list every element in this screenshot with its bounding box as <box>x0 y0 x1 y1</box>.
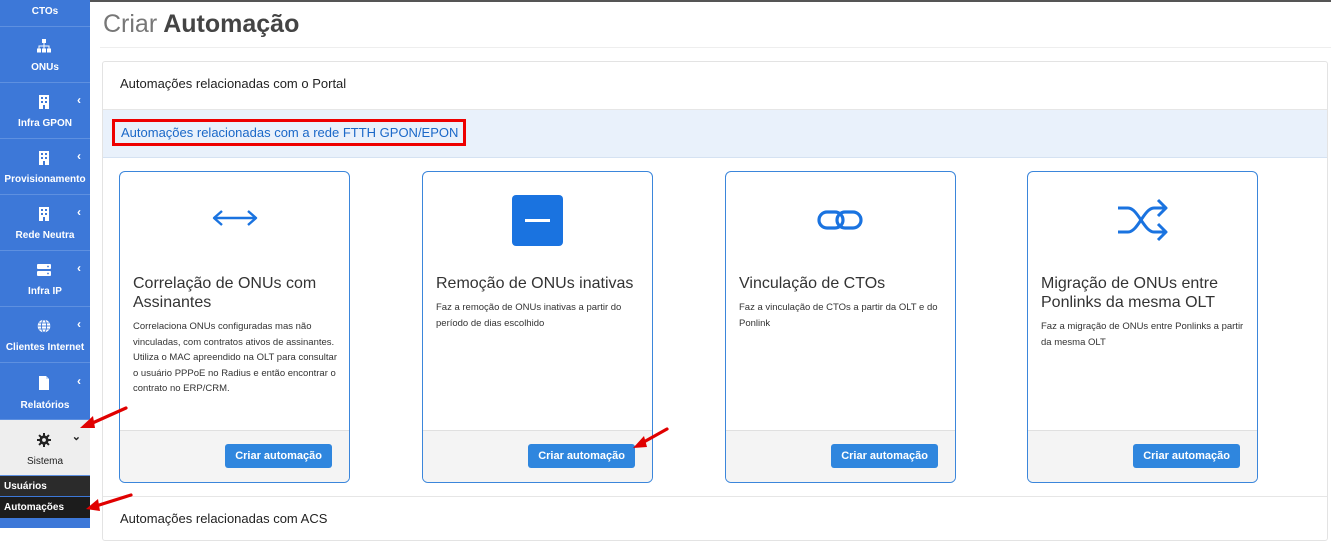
server-icon <box>37 264 51 276</box>
page-title-bold: Automação <box>163 10 300 38</box>
sidebar-item-provisionamento[interactable]: ‹ Provisionamento <box>0 139 90 195</box>
submenu-item-usuarios[interactable]: Usuários <box>0 476 90 496</box>
card-description: Faz a migração de ONUs entre Ponlinks a … <box>1041 321 1244 348</box>
section-acs-label: Automações relacionadas com ACS <box>120 511 328 526</box>
sidebar-item-label: Sistema <box>26 456 64 467</box>
sidebar-item-label: Provisionamento <box>4 174 86 185</box>
section-acs[interactable]: Automações relacionadas com ACS <box>103 496 1327 542</box>
sidebar-item-onus[interactable]: ONUs <box>0 27 90 83</box>
card-title: Remoção de ONUs inativas <box>436 275 634 292</box>
window-top-border <box>0 0 1331 2</box>
chevron-left-icon: ‹ <box>77 374 81 388</box>
card-title: Vinculação de CTOs <box>739 275 886 292</box>
sidebar-item-infra-gpon[interactable]: ‹ Infra GPON <box>0 83 90 139</box>
card-title: Migração de ONUs entre Ponlinks da mesma… <box>1041 275 1218 311</box>
arrows-horizontal-icon <box>212 210 258 226</box>
create-automation-button[interactable]: Criar automação <box>528 444 635 468</box>
card-footer: Criar automação <box>423 430 652 482</box>
sidebar-item-clientes-internet[interactable]: ‹ Clientes Internet <box>0 307 90 363</box>
card-description: Faz a vinculação de CTOs a partir da OLT… <box>739 302 938 329</box>
sidebar-item-infra-ip[interactable]: ‹ Infra IP <box>0 251 90 307</box>
sidebar-bottom <box>0 518 90 528</box>
page-title-light: Criar <box>103 10 158 38</box>
globe-icon <box>37 319 51 333</box>
link-icon <box>817 210 863 230</box>
building-icon <box>39 151 49 165</box>
annotation-arrow-button <box>633 427 669 448</box>
chevron-left-icon: ‹ <box>77 93 81 107</box>
sidebar-item-label: Rede Neutra <box>15 230 75 241</box>
shuffle-icon <box>1118 198 1168 242</box>
card-correlacao: Correlação de ONUs com Assinantes Correl… <box>119 171 350 483</box>
page-title: Criar Automação <box>103 10 299 39</box>
submenu-item-automacoes[interactable]: Automações <box>0 497 90 518</box>
building-icon <box>39 95 49 109</box>
sidebar-item-label: ONUs <box>31 62 59 73</box>
sidebar: CTOs ONUs ‹ Infra GPON ‹ Provisionamento… <box>0 0 90 528</box>
gear-icon <box>37 433 51 447</box>
sidebar-item-label: CTOs <box>31 6 59 17</box>
title-divider <box>100 47 1331 48</box>
annotation-arrow-sistema <box>80 406 128 428</box>
card-remocao: Remoção de ONUs inativas Faz a remoção d… <box>422 171 653 483</box>
section-ftth-highlight: Automações relacionadas com a rede FTTH … <box>112 119 467 146</box>
sidebar-item-label: Infra GPON <box>18 118 72 129</box>
section-ftth[interactable]: Automações relacionadas com a rede FTTH … <box>103 110 1327 158</box>
sidebar-item-ctos[interactable]: CTOs <box>0 0 90 27</box>
card-footer: Criar automação <box>726 430 955 482</box>
section-ftth-label[interactable]: Automações relacionadas com a rede FTTH … <box>121 125 458 140</box>
card-description: Correlaciona ONUs configuradas mas não v… <box>133 321 338 394</box>
chevron-left-icon: ‹ <box>77 149 81 163</box>
create-automation-button[interactable]: Criar automação <box>225 444 332 468</box>
section-portal-label: Automações relacionadas com o Portal <box>120 76 347 91</box>
card-footer: Criar automação <box>120 430 349 482</box>
annotation-arrow-automacoes <box>86 493 133 511</box>
sitemap-icon <box>37 39 51 53</box>
chevron-left-icon: ‹ <box>77 261 81 275</box>
card-vinculacao: Vinculação de CTOs Faz a vinculação de C… <box>725 171 956 483</box>
section-portal[interactable]: Automações relacionadas com o Portal <box>103 62 1327 110</box>
card-footer: Criar automação <box>1028 430 1257 482</box>
submenu-label: Usuários <box>4 481 47 492</box>
card-title: Correlação de ONUs com Assinantes <box>133 275 317 311</box>
submenu-label: Automações <box>4 502 65 513</box>
building-icon <box>39 207 49 221</box>
minus-square-icon <box>512 195 563 246</box>
create-automation-button[interactable]: Criar automação <box>1133 444 1240 468</box>
card-description: Faz a remoção de ONUs inativas a partir … <box>436 302 622 329</box>
create-automation-button[interactable]: Criar automação <box>831 444 938 468</box>
chevron-left-icon: ‹ <box>77 317 81 331</box>
card-migracao: Migração de ONUs entre Ponlinks da mesma… <box>1027 171 1258 483</box>
sidebar-item-label: Infra IP <box>28 286 62 297</box>
sidebar-item-label: Clientes Internet <box>5 342 85 353</box>
sidebar-item-rede-neutra[interactable]: ‹ Rede Neutra <box>0 195 90 251</box>
chevron-left-icon: ‹ <box>77 205 81 219</box>
file-icon <box>39 376 49 390</box>
